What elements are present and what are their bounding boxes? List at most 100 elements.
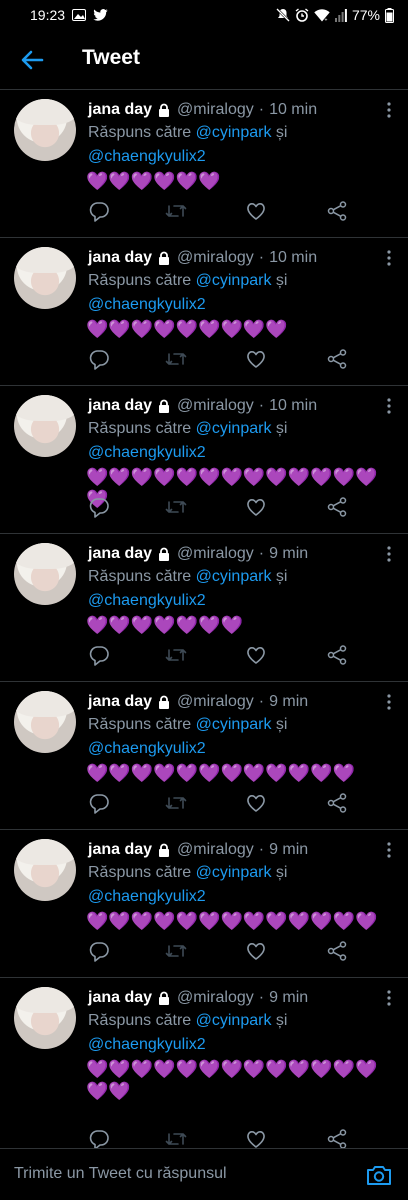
user-handle[interactable]: @miralogy — [177, 545, 254, 563]
user-handle[interactable]: @miralogy — [177, 397, 254, 415]
tweet-actions — [88, 496, 358, 518]
mention-link[interactable]: @cyinpark — [196, 568, 272, 585]
tweet-text: 💜💜💜💜💜💜💜💜💜 — [86, 319, 288, 339]
mention-link[interactable]: @cyinpark — [196, 420, 272, 437]
share-icon[interactable] — [326, 200, 348, 222]
reply-conjunction: și — [275, 124, 288, 141]
more-options-icon[interactable] — [386, 990, 392, 1006]
reply-icon[interactable] — [88, 496, 110, 518]
share-icon[interactable] — [326, 940, 348, 962]
display-name[interactable]: jana day — [88, 841, 152, 859]
timestamp: 9 min — [269, 989, 309, 1006]
camera-icon[interactable] — [366, 1163, 392, 1187]
avatar[interactable] — [14, 691, 76, 753]
user-handle[interactable]: @miralogy — [177, 989, 254, 1007]
share-icon[interactable] — [326, 1128, 348, 1150]
display-name[interactable]: jana day — [88, 989, 152, 1007]
tweet-feed: jana day @miralogy · 10 min Răspuns cătr… — [0, 90, 408, 1171]
tweet-card[interactable]: jana day @miralogy · 10 min Răspuns cătr… — [0, 386, 408, 534]
like-icon[interactable] — [245, 200, 267, 222]
like-icon[interactable] — [245, 496, 267, 518]
display-name[interactable]: jana day — [88, 397, 152, 415]
avatar[interactable] — [14, 395, 76, 457]
display-name[interactable]: jana day — [88, 101, 152, 119]
tweet-actions — [88, 348, 358, 370]
mention-link[interactable]: @cyinpark — [196, 1012, 272, 1029]
reply-icon[interactable] — [88, 348, 110, 370]
display-name[interactable]: jana day — [88, 249, 152, 267]
reply-conjunction: și — [275, 272, 288, 289]
tweet-card[interactable]: jana day @miralogy · 9 min Răspuns către… — [0, 534, 408, 682]
share-icon[interactable] — [326, 496, 348, 518]
reply-conjunction: și — [275, 420, 288, 437]
avatar[interactable] — [14, 247, 76, 309]
reply-icon[interactable] — [88, 1128, 110, 1150]
retweet-icon — [165, 1133, 187, 1145]
mention-link[interactable]: @chaengkyulix2 — [88, 592, 206, 609]
user-handle[interactable]: @miralogy — [177, 249, 254, 267]
reply-icon[interactable] — [88, 940, 110, 962]
reply-input[interactable] — [0, 1149, 340, 1199]
signal-icon — [334, 8, 347, 22]
more-options-icon[interactable] — [386, 398, 392, 414]
reply-conjunction: și — [275, 1012, 288, 1029]
retweet-icon — [165, 501, 187, 513]
tweet-card[interactable]: jana day @miralogy · 10 min Răspuns cătr… — [0, 238, 408, 386]
mention-link[interactable]: @chaengkyulix2 — [88, 148, 206, 165]
tweet-card[interactable]: jana day @miralogy · 9 min Răspuns către… — [0, 830, 408, 978]
avatar[interactable] — [14, 99, 76, 161]
top-bar: Tweet — [0, 30, 408, 90]
reply-prefix: Răspuns către — [88, 716, 192, 733]
share-icon[interactable] — [326, 644, 348, 666]
avatar[interactable] — [14, 543, 76, 605]
user-handle[interactable]: @miralogy — [177, 841, 254, 859]
like-icon[interactable] — [245, 1128, 267, 1150]
tweet-card[interactable]: jana day @miralogy · 9 min Răspuns către… — [0, 978, 408, 1171]
reply-context: Răspuns către @cyinpark și @chaengkyulix… — [88, 861, 388, 909]
share-icon[interactable] — [326, 792, 348, 814]
lock-icon — [159, 991, 170, 1005]
tweet-text: 💜💜💜💜💜💜💜💜💜💜💜💜💜💜💜 — [86, 1059, 378, 1101]
mention-link[interactable]: @chaengkyulix2 — [88, 1036, 206, 1053]
like-icon[interactable] — [245, 792, 267, 814]
more-options-icon[interactable] — [386, 102, 392, 118]
tweet-text: 💜💜💜💜💜💜💜 — [86, 615, 243, 635]
more-options-icon[interactable] — [386, 546, 392, 562]
more-options-icon[interactable] — [386, 250, 392, 266]
mention-link[interactable]: @chaengkyulix2 — [88, 444, 206, 461]
mention-link[interactable]: @cyinpark — [196, 124, 272, 141]
display-name[interactable]: jana day — [88, 693, 152, 711]
tweet-header: jana day @miralogy · 9 min — [88, 543, 378, 565]
svg-text:+: + — [324, 17, 327, 22]
reply-icon[interactable] — [88, 644, 110, 666]
user-handle[interactable]: @miralogy — [177, 693, 254, 711]
mention-link[interactable]: @chaengkyulix2 — [88, 888, 206, 905]
mention-link[interactable]: @chaengkyulix2 — [88, 740, 206, 757]
mute-icon — [276, 8, 290, 22]
more-options-icon[interactable] — [386, 842, 392, 858]
like-icon[interactable] — [245, 940, 267, 962]
reply-context: Răspuns către @cyinpark și @chaengkyulix… — [88, 565, 388, 613]
avatar[interactable] — [14, 987, 76, 1049]
mention-link[interactable]: @cyinpark — [196, 864, 272, 881]
reply-conjunction: și — [275, 568, 288, 585]
more-options-icon[interactable] — [386, 694, 392, 710]
like-icon[interactable] — [245, 644, 267, 666]
arrow-left-icon[interactable] — [18, 46, 46, 74]
retweet-icon — [165, 649, 187, 661]
tweet-header: jana day @miralogy · 9 min — [88, 987, 378, 1009]
reply-icon[interactable] — [88, 792, 110, 814]
mention-link[interactable]: @cyinpark — [196, 272, 272, 289]
reply-icon[interactable] — [88, 200, 110, 222]
display-name[interactable]: jana day — [88, 545, 152, 563]
user-handle[interactable]: @miralogy — [177, 101, 254, 119]
tweet-card[interactable]: jana day @miralogy · 10 min Răspuns cătr… — [0, 90, 408, 238]
share-icon[interactable] — [326, 348, 348, 370]
reply-context: Răspuns către @cyinpark și @chaengkyulix… — [88, 1009, 388, 1057]
avatar[interactable] — [14, 839, 76, 901]
mention-link[interactable]: @cyinpark — [196, 716, 272, 733]
gallery-icon — [72, 9, 87, 21]
tweet-card[interactable]: jana day @miralogy · 9 min Răspuns către… — [0, 682, 408, 830]
mention-link[interactable]: @chaengkyulix2 — [88, 296, 206, 313]
like-icon[interactable] — [245, 348, 267, 370]
